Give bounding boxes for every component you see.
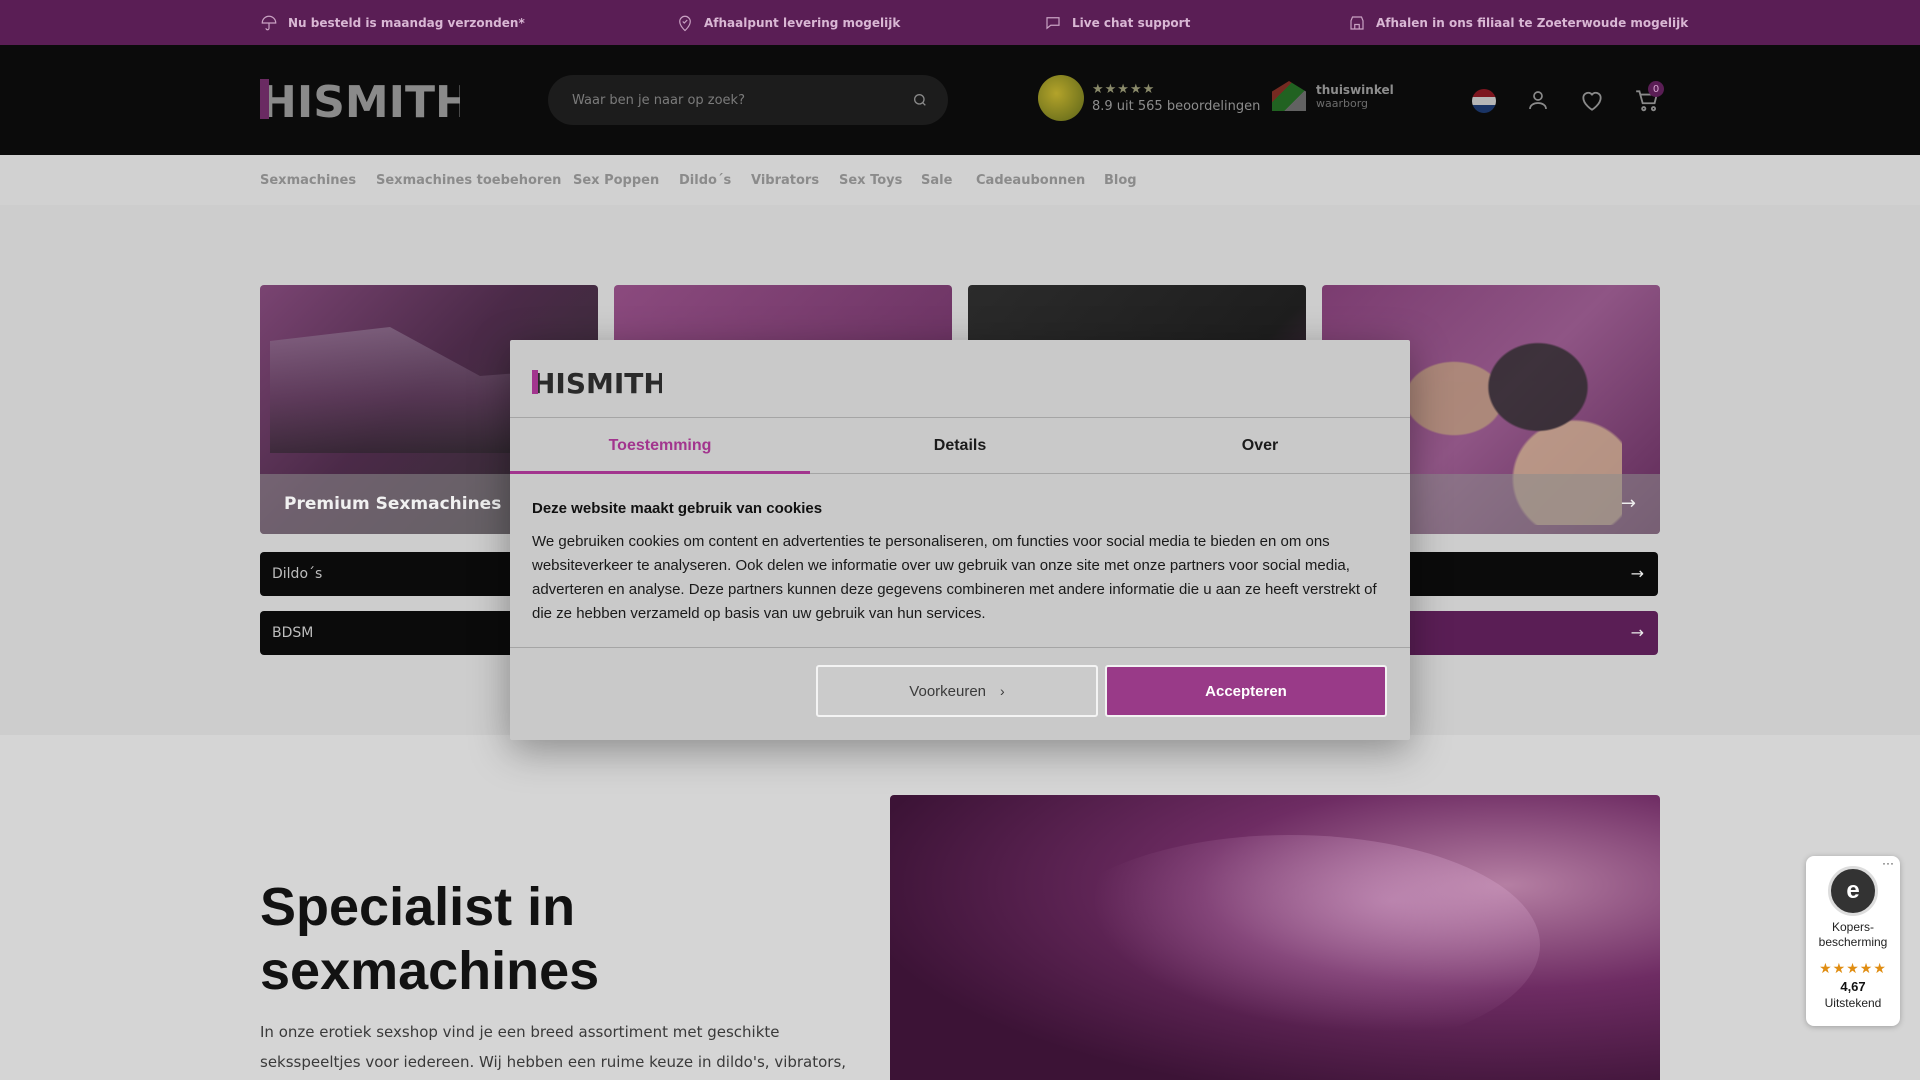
trusted-label: Uitstekend <box>1824 996 1882 1010</box>
usp-item: Nu besteld is maandag verzonden* <box>260 0 525 45</box>
trusted-shops-badge[interactable]: ··· e Kopers-bescherming ★★★★★ 4,67 Uits… <box>1806 856 1900 1026</box>
accept-button[interactable]: Accepteren <box>1105 665 1387 717</box>
dialog-body: We gebruiken cookies om content en adver… <box>532 533 1377 622</box>
category-row-label: BDSM <box>272 625 314 641</box>
nav-item-cadeaubonnen[interactable]: Cadeaubonnen <box>976 155 1085 205</box>
intro-text: In onze erotiek sexshop vind je een bree… <box>260 1023 847 1071</box>
account-icon[interactable] <box>1526 87 1550 113</box>
tab-over[interactable]: Over <box>1110 418 1410 473</box>
trusted-title: Kopers-bescherming <box>1818 920 1888 949</box>
tab-details[interactable]: Details <box>810 418 1110 473</box>
nav-item-vibrators[interactable]: Vibrators <box>751 155 819 205</box>
dialog-tabs: Toestemming Details Over <box>510 417 1410 474</box>
usp-item: Live chat support <box>1044 0 1190 45</box>
dialog-logo: HISMITH <box>532 367 662 398</box>
umbrella-icon <box>261 15 277 30</box>
category-row-label: Dildo´s <box>272 566 323 582</box>
nav-item-sex-toys[interactable]: Sex Toys <box>839 155 902 205</box>
nav-item-dildos[interactable]: Dildo´s <box>679 155 731 205</box>
trusted-shops-seal-icon: e <box>1828 866 1878 916</box>
usp-text: Nu besteld is maandag verzonden* <box>288 15 525 30</box>
page: Nu besteld is maandag verzonden* Afhaalp… <box>0 0 1920 1080</box>
rating-badge-icon <box>1038 75 1084 121</box>
usp-text: Live chat support <box>1072 15 1191 30</box>
nav-item-blog[interactable]: Blog <box>1104 155 1137 205</box>
arrow-right-icon: → <box>1630 623 1644 642</box>
usp-bar: Nu besteld is maandag verzonden* Afhaalp… <box>0 0 1920 45</box>
dialog-logo-text: HISMITH <box>532 367 662 398</box>
site-header: HISMITH ★★★★★ 8.9 uit 565 beoordelingen … <box>0 45 1920 155</box>
nav-item-sexmachines[interactable]: Sexmachines <box>260 155 356 205</box>
review-rating[interactable]: ★★★★★ 8.9 uit 565 beoordelingen <box>1038 75 1260 121</box>
nav-item-sex-poppen[interactable]: Sex Poppen <box>573 155 659 205</box>
usp-text: Afhaalpunt levering mogelijk <box>704 15 901 30</box>
rating-text: 8.9 uit 565 beoordelingen <box>1092 99 1261 114</box>
search-input[interactable] <box>572 92 902 108</box>
store-icon <box>1350 15 1364 30</box>
usp-text: Afhalen in ons filiaal te Zoeterwoude mo… <box>1376 15 1689 30</box>
hero-image <box>890 795 1660 1080</box>
arrow-right-icon: → <box>1630 564 1644 583</box>
intro-heading: Specialist in sexmachines <box>260 877 600 1001</box>
rating-stars: ★★★★★ <box>1092 82 1156 97</box>
trusted-score: 4,67 <box>1840 979 1866 994</box>
logo-text: HISMITH <box>260 77 460 123</box>
nav-item-sexmachines-toebehoren[interactable]: Sexmachines toebehoren <box>376 155 561 205</box>
search-icon[interactable] <box>912 92 928 108</box>
main-nav: Sexmachines Sexmachines toebehoren Sex P… <box>0 155 1920 205</box>
thuiswinkel-icon <box>1272 81 1306 111</box>
chat-icon <box>1046 16 1060 29</box>
location-check-icon <box>679 15 691 31</box>
preferences-label: Voorkeuren <box>909 682 987 700</box>
tab-toestemming[interactable]: Toestemming <box>510 418 810 474</box>
search-bar[interactable] <box>548 75 948 125</box>
arrow-right-icon: → <box>1620 493 1636 514</box>
hismith-logo[interactable]: HISMITH <box>260 75 460 123</box>
cart-count-badge: 0 <box>1648 81 1664 97</box>
usp-item: Afhaalpunt levering mogelijk <box>676 0 900 45</box>
preferences-button[interactable]: Voorkeuren › <box>816 665 1098 717</box>
wishlist-heart-icon[interactable] <box>1578 87 1606 113</box>
usp-item: Afhalen in ons filiaal te Zoeterwoude mo… <box>1348 0 1688 45</box>
cookie-consent-dialog: HISMITH Toestemming Details Over Deze we… <box>510 340 1410 740</box>
language-flag-icon[interactable] <box>1472 89 1496 113</box>
thuiswinkel-badge[interactable]: thuiswinkel waarborg <box>1272 81 1394 111</box>
more-options-icon[interactable]: ··· <box>1882 856 1894 870</box>
thuiswinkel-line2: waarborg <box>1316 96 1369 110</box>
thuiswinkel-line1: thuiswinkel <box>1316 82 1394 97</box>
dialog-title: Deze website maakt gebruik van cookies <box>532 500 823 517</box>
chevron-right-icon: › <box>1000 683 1005 699</box>
nav-item-sale[interactable]: Sale <box>921 155 952 205</box>
intro-section: Specialist in sexmachines In onze erotie… <box>0 735 1920 1080</box>
trusted-stars: ★★★★★ <box>1819 960 1887 976</box>
dialog-divider <box>510 647 1410 648</box>
